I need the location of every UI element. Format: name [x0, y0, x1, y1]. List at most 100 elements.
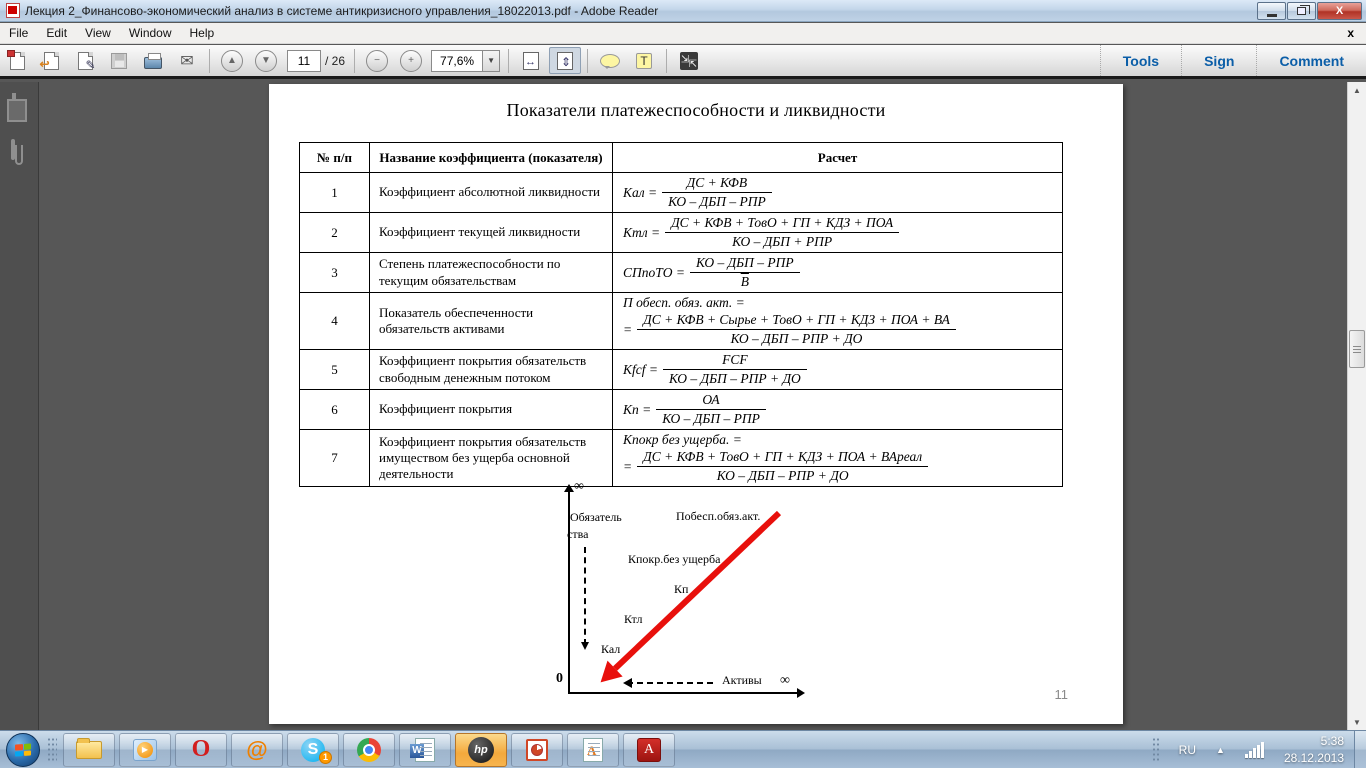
network-signal-icon[interactable]	[1244, 741, 1264, 758]
save-button[interactable]	[103, 47, 135, 74]
y-axis-label-line2: ства	[567, 527, 589, 541]
table-row: 6 Коэффициент покрытия Кп = ОА КО – ДБП – РП…	[299, 389, 1063, 430]
row-number: 5	[299, 349, 370, 390]
create-pdf-button[interactable]	[1, 47, 33, 74]
tab-sign[interactable]: Sign	[1181, 45, 1256, 76]
ktl-label: Ктл	[624, 612, 643, 626]
taskbar-item-mailru[interactable]: @	[231, 732, 283, 767]
create-pdf-icon	[6, 49, 25, 70]
document-heading: Показатели платежеспособности и ликвидно…	[506, 100, 886, 120]
attachments-button[interactable]	[8, 139, 30, 160]
fullscreen-icon	[680, 51, 699, 70]
y-axis-label-line1: Обязатель	[570, 510, 622, 524]
taskbar-item-powerpoint[interactable]	[511, 732, 563, 767]
tab-comment[interactable]: Comment	[1256, 45, 1366, 76]
coefficient-name: Степень платежеспособности по текущим об…	[369, 252, 613, 293]
page-up-icon: ▲	[221, 49, 243, 72]
page-thumbnails-button[interactable]	[8, 93, 30, 114]
menu-help[interactable]: Help	[181, 23, 224, 43]
email-button[interactable]: ✉	[171, 47, 203, 74]
x-axis	[568, 688, 805, 698]
zoom-level-select[interactable]: 77,6% ▼	[431, 49, 501, 72]
taskbar-item-explorer[interactable]	[63, 732, 115, 767]
taskbar-item-media-player[interactable]: ▶	[119, 732, 171, 767]
adobe-reader-icon: A	[637, 737, 661, 762]
sticky-note-button[interactable]	[594, 47, 626, 74]
column-header-num: № п/п	[299, 142, 370, 173]
taskbar-item-opera[interactable]: O	[175, 732, 227, 767]
page-number-footer: 11	[1054, 687, 1069, 702]
main-toolbar: ↩ ✎ ✉ ▲ ▼ 11 / 26 − + 77,6% ▼ ↔ ⇕ T ⇱ ⇱ …	[0, 45, 1366, 79]
minimize-icon	[1266, 13, 1277, 17]
menu-edit[interactable]: Edit	[37, 23, 76, 43]
sign-pen-button[interactable]: ✎	[69, 47, 101, 74]
show-desktop-button[interactable]	[1354, 731, 1366, 768]
zoom-in-button[interactable]: +	[395, 47, 427, 74]
close-icon: X	[1335, 5, 1344, 17]
clock[interactable]: 5:38 28.12.2013	[1284, 733, 1344, 767]
table-body: 1 Коэффициент абсолютной ликвидности Кал =…	[299, 172, 1063, 487]
title-bar[interactable]: Лекция 2_Финансово-экономический анализ …	[0, 0, 1366, 22]
coefficient-name: Коэффициент покрытия обязательств свобод…	[369, 349, 613, 390]
language-indicator[interactable]: RU	[1179, 743, 1196, 757]
zoom-in-icon: +	[400, 49, 423, 72]
document-area[interactable]: Показатели платежеспособности и ликвидно…	[39, 82, 1347, 730]
scrollbar-thumb[interactable]	[1349, 330, 1365, 368]
minimize-button[interactable]	[1257, 2, 1286, 20]
menu-file[interactable]: File	[0, 23, 37, 43]
menu-view[interactable]: View	[76, 23, 120, 43]
row-number: 2	[299, 212, 370, 253]
taskbar-item-chrome[interactable]	[343, 732, 395, 767]
fullscreen-button[interactable]	[673, 47, 705, 74]
zoom-out-button[interactable]: −	[361, 47, 393, 74]
workspace: Показатели платежеспособности и ликвидно…	[0, 82, 1366, 730]
print-button[interactable]	[137, 47, 169, 74]
previous-page-button[interactable]: ▲	[216, 47, 248, 74]
convert-button[interactable]: ↩	[35, 47, 67, 74]
close-button[interactable]: X	[1317, 2, 1362, 20]
coefficient-name: Показатель обеспеченности обязательств а…	[369, 292, 613, 350]
scroll-down-icon[interactable]: ▼	[1348, 714, 1366, 730]
restore-button[interactable]	[1287, 2, 1316, 20]
taskbar-item-hp[interactable]: hp	[455, 732, 507, 767]
fit-page-button[interactable]	[549, 47, 582, 74]
word-icon: W	[410, 737, 435, 762]
paperclip-icon	[11, 139, 15, 160]
kpokr-label: Кпокр.без ущерба	[628, 552, 721, 566]
taskbar-item-adobe-reader[interactable]: A	[623, 732, 675, 767]
kal-label: Кал	[601, 642, 621, 656]
next-page-button[interactable]: ▼	[250, 47, 282, 74]
windows-logo-icon	[15, 742, 31, 757]
taskbar-grip	[47, 736, 57, 763]
vertical-scrollbar[interactable]: ▲ ▼	[1347, 82, 1366, 730]
zoom-out-icon: −	[366, 49, 389, 72]
formula-cell: Ктл = ДС + КФВ + ТовО + ГП + КДЗ + ПОА КО …	[612, 212, 1063, 253]
table-row: 2 Коэффициент текущей ликвидности Ктл = ДС …	[299, 212, 1063, 253]
zoom-dropdown-icon[interactable]: ▼	[482, 50, 500, 71]
pobesp-label: Побесп.обяз.акт.	[676, 509, 761, 523]
infinity-right-label: ∞	[780, 673, 790, 688]
taskbar-item-wordpad[interactable]: A	[567, 732, 619, 767]
scrolling-mode-button[interactable]	[515, 47, 547, 74]
adobe-reader-window: Лекция 2_Финансово-экономический анализ …	[0, 0, 1366, 768]
hidden-icons-arrow-icon[interactable]: ▲	[1216, 745, 1225, 755]
chrome-icon	[357, 737, 381, 762]
navigation-sidebar	[0, 82, 39, 730]
formula-cell: Кfcf = FCF КО – ДБП – РПР + ДО	[612, 349, 1063, 390]
tab-tools[interactable]: Tools	[1099, 45, 1181, 76]
sign-pen-icon: ✎	[77, 51, 96, 72]
page-number-input[interactable]: 11	[287, 49, 321, 72]
scrolling-mode-icon	[523, 51, 540, 70]
formula-cell: Кпокр без ущерба. = = ДС + КФВ + ТовО + ГП…	[612, 429, 1063, 487]
scroll-up-icon[interactable]: ▲	[1348, 82, 1366, 98]
toolbar-close-icon[interactable]: x	[1347, 26, 1354, 40]
folder-icon	[76, 737, 102, 759]
start-button[interactable]	[6, 732, 40, 767]
menu-window[interactable]: Window	[120, 23, 181, 43]
coefficient-name: Коэффициент покрытия обязательств имущес…	[369, 429, 613, 487]
taskbar-item-word[interactable]: W	[399, 732, 451, 767]
pdf-page: Показатели платежеспособности и ликвидно…	[269, 84, 1123, 724]
taskbar: ▶ O @ S 1 W hp A A RU ▲ 5:38 28.12.2013	[0, 730, 1366, 768]
highlight-text-button[interactable]: T	[628, 47, 660, 74]
taskbar-item-skype[interactable]: S 1	[287, 732, 339, 767]
